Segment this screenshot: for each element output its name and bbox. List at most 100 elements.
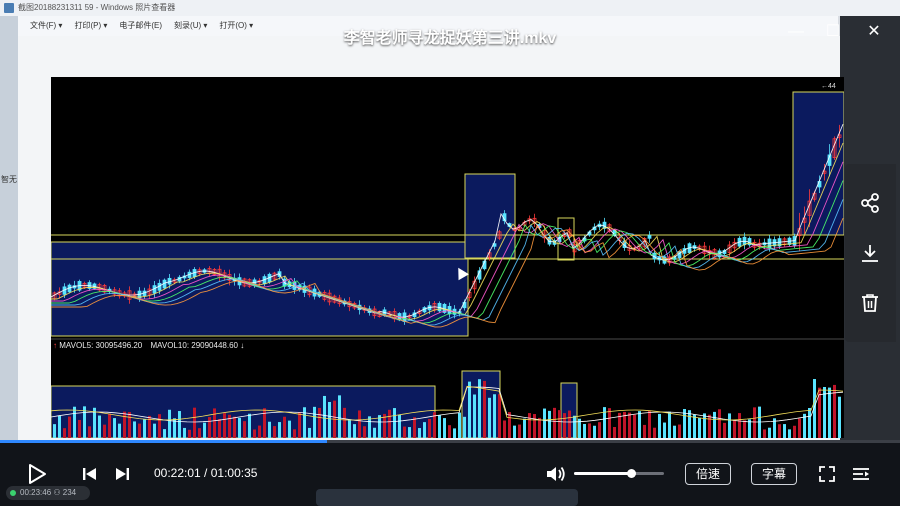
volume-bar bbox=[328, 401, 331, 438]
volume-bar bbox=[273, 426, 276, 438]
play-icon bbox=[29, 464, 46, 484]
speed-button[interactable]: 倍速 bbox=[685, 463, 731, 485]
volume-bar bbox=[663, 422, 666, 438]
volume-bar bbox=[278, 422, 281, 438]
volume-bar bbox=[453, 428, 456, 438]
menu-burn[interactable]: 刻录(U) ▾ bbox=[170, 16, 211, 36]
skip-previous-icon bbox=[83, 468, 96, 480]
volume-bar bbox=[823, 386, 826, 438]
volume-bar bbox=[128, 412, 131, 438]
video-title: 李智老师寻龙捉妖第三讲.mkv bbox=[343, 30, 557, 47]
volume-bar bbox=[648, 410, 651, 438]
volume-bar bbox=[268, 421, 271, 438]
volume-bar bbox=[103, 424, 106, 438]
progress-bar[interactable] bbox=[0, 440, 900, 443]
volume-bar bbox=[258, 425, 261, 438]
volume-bar bbox=[733, 419, 736, 438]
menu-file[interactable]: 文件(F) ▾ bbox=[26, 16, 66, 36]
volume-bar bbox=[543, 408, 546, 438]
volume-bar bbox=[518, 424, 521, 438]
volume-bar bbox=[203, 422, 206, 438]
next-button[interactable] bbox=[112, 465, 132, 483]
photo-viewer-app-icon bbox=[4, 3, 14, 13]
volume-bar bbox=[238, 417, 241, 438]
volume-bar bbox=[373, 427, 376, 438]
volume-bar bbox=[398, 414, 401, 438]
fullscreen-button[interactable] bbox=[817, 464, 837, 484]
mavol10-arrow: ↓ bbox=[240, 341, 245, 350]
left-edge-strip: 智无 bbox=[0, 16, 18, 506]
volume-bar bbox=[378, 415, 381, 438]
volume-bar bbox=[208, 417, 211, 438]
volume-bar bbox=[613, 427, 616, 438]
menu-print[interactable]: 打印(P) ▾ bbox=[70, 16, 111, 36]
volume-bar bbox=[653, 427, 656, 438]
volume-bar bbox=[438, 415, 441, 438]
top-right-marker: ←44 bbox=[821, 83, 836, 90]
volume-bar bbox=[308, 427, 311, 438]
volume-bar bbox=[718, 409, 721, 438]
volume-bar bbox=[808, 408, 811, 438]
volume-bar bbox=[723, 422, 726, 438]
volume-bar bbox=[673, 425, 676, 438]
volume-bar bbox=[58, 415, 61, 438]
volume-bar bbox=[303, 407, 306, 438]
volume-bar bbox=[568, 410, 571, 438]
volume-bar bbox=[628, 412, 631, 438]
volume-bar bbox=[353, 424, 356, 438]
volume-bar bbox=[533, 414, 536, 438]
volume-bar bbox=[363, 426, 366, 438]
volume-bar bbox=[828, 387, 831, 438]
volume-bar bbox=[183, 427, 186, 438]
volume-bar bbox=[728, 413, 731, 438]
volume-bar bbox=[643, 424, 646, 438]
play-button[interactable] bbox=[26, 462, 48, 486]
volume-bar bbox=[798, 418, 801, 438]
volume-bar bbox=[248, 413, 251, 438]
download-button[interactable] bbox=[857, 240, 883, 266]
playlist-button[interactable] bbox=[850, 464, 872, 484]
volume-slider[interactable] bbox=[574, 469, 664, 478]
volume-bar bbox=[138, 423, 141, 438]
volume-bar bbox=[528, 413, 531, 438]
menu-email[interactable]: 电子邮件(E) bbox=[115, 16, 166, 36]
volume-bar bbox=[98, 415, 101, 438]
volume-bar bbox=[793, 425, 796, 438]
volume-bar bbox=[633, 414, 636, 438]
candle-body bbox=[647, 235, 652, 239]
surge-box bbox=[792, 91, 844, 236]
volume-level bbox=[574, 472, 632, 475]
volume-bar bbox=[553, 407, 556, 438]
status-badge: 00:23:46 ⚇ 234 bbox=[6, 486, 90, 500]
volume-bar bbox=[483, 380, 486, 438]
minimize-button[interactable]: — bbox=[786, 22, 806, 42]
delete-icon bbox=[862, 294, 878, 312]
volume-bar bbox=[158, 414, 161, 438]
volume-bar bbox=[63, 428, 66, 438]
volume-bar bbox=[163, 429, 166, 438]
volume-bar bbox=[788, 429, 791, 438]
volume-bar bbox=[598, 422, 601, 438]
volume-bar bbox=[693, 414, 696, 438]
volume-bar bbox=[123, 411, 126, 438]
volume-bar bbox=[413, 417, 416, 438]
volume-button[interactable] bbox=[544, 463, 568, 485]
volume-bar bbox=[198, 428, 201, 438]
volume-bar bbox=[218, 418, 221, 438]
share-button[interactable] bbox=[857, 190, 883, 216]
volume-bar bbox=[133, 421, 136, 438]
volume-bar bbox=[563, 413, 566, 438]
delete-button[interactable] bbox=[857, 290, 883, 316]
total-time: 01:00:35 bbox=[210, 466, 258, 480]
subtitle-button[interactable]: 字幕 bbox=[751, 463, 797, 485]
volume-bar bbox=[703, 413, 706, 438]
volume-bar bbox=[763, 429, 766, 438]
volume-bar bbox=[753, 407, 756, 438]
maximize-button[interactable]: ☐ bbox=[823, 22, 843, 42]
share-icon bbox=[861, 193, 879, 213]
close-button[interactable]: ✕ bbox=[864, 22, 884, 42]
volume-bar bbox=[153, 423, 156, 438]
volume-bar bbox=[118, 423, 121, 438]
previous-button[interactable] bbox=[80, 465, 100, 483]
volume-bar bbox=[338, 395, 341, 438]
